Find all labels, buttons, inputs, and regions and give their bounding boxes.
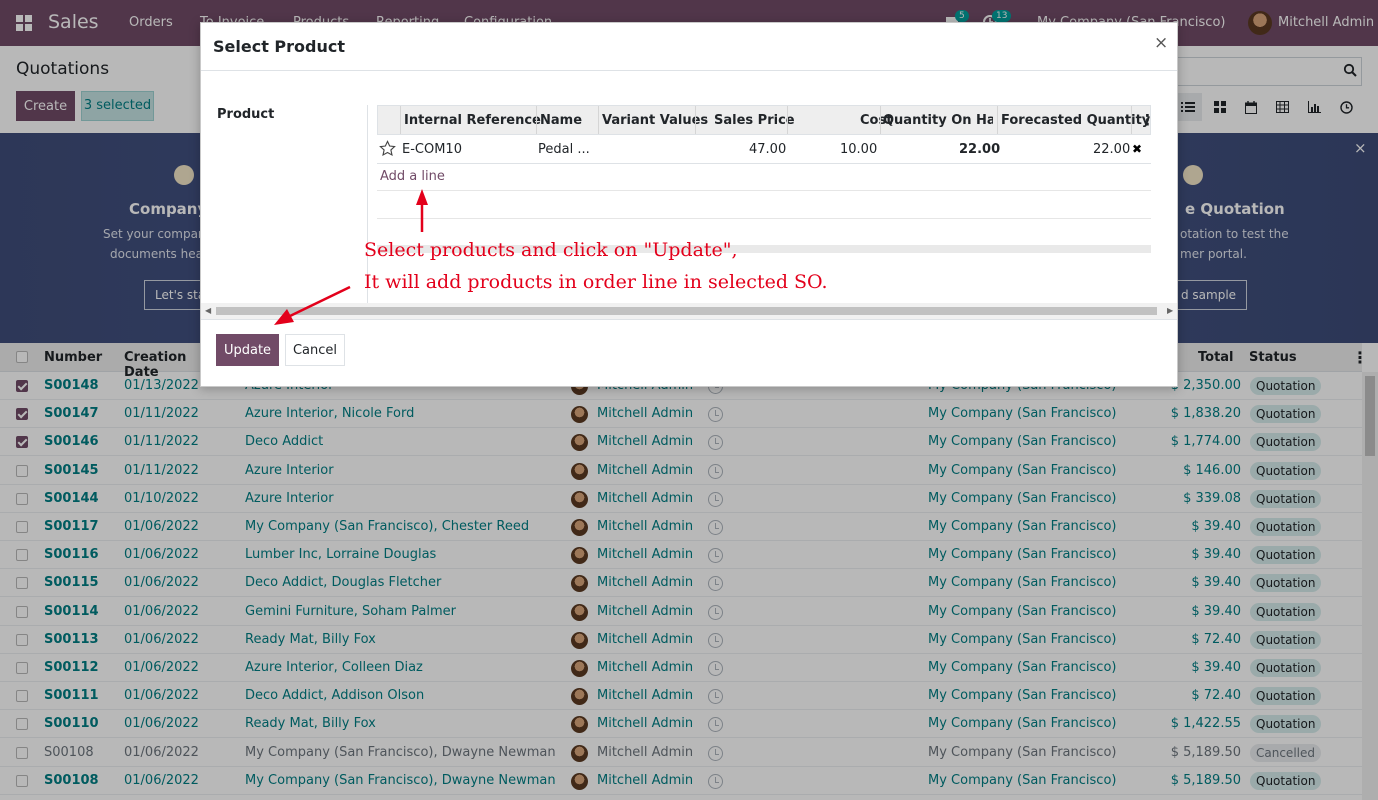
line-internal-reference[interactable]: E-COM10 bbox=[402, 142, 462, 157]
line-sales-price[interactable]: 47.00 bbox=[749, 142, 786, 157]
line-cost[interactable]: 10.00 bbox=[840, 142, 877, 157]
horizontal-scrollbar[interactable]: ◀ ▶ bbox=[201, 303, 1177, 319]
select-product-dialog: Select Product × Product Internal Refere… bbox=[200, 22, 1178, 387]
product-field-label: Product bbox=[217, 107, 275, 122]
col-forecasted-quantity[interactable]: Forecasted Quantity bbox=[1001, 113, 1150, 128]
col-variant-values[interactable]: Variant Values bbox=[602, 113, 708, 128]
annotation-line-2: It will add products in order line in se… bbox=[364, 271, 828, 293]
product-line-row[interactable]: E-COM10 Pedal ... 47.00 10.00 22.00 22.0… bbox=[377, 135, 1151, 164]
scroll-thumb[interactable] bbox=[216, 307, 1157, 315]
scroll-left-icon[interactable]: ◀ bbox=[205, 306, 211, 315]
dialog-header-divider bbox=[201, 70, 1177, 71]
annotation-line-1: Select products and click on "Update", bbox=[364, 239, 738, 261]
col-sales-price[interactable]: Sales Price bbox=[714, 113, 795, 128]
line-qty-on-hand: 22.00 bbox=[959, 142, 1001, 157]
col-quantity-on-hand[interactable]: Quantity On Ha... bbox=[883, 113, 993, 128]
star-icon[interactable] bbox=[379, 140, 396, 157]
cancel-button[interactable]: Cancel bbox=[285, 334, 345, 366]
col-internal-reference[interactable]: Internal Reference bbox=[404, 113, 541, 128]
line-name[interactable]: Pedal ... bbox=[538, 142, 590, 157]
scroll-right-icon[interactable]: ▶ bbox=[1167, 306, 1173, 315]
remove-line-icon[interactable]: ✖ bbox=[1132, 142, 1142, 156]
dialog-footer-divider bbox=[201, 319, 1177, 320]
line-forecasted-qty: 22.00 bbox=[1093, 142, 1131, 157]
dialog-title: Select Product bbox=[213, 37, 345, 56]
update-button[interactable]: Update bbox=[216, 334, 279, 366]
add-a-line-link[interactable]: Add a line bbox=[380, 169, 445, 184]
product-lines-header: Internal Reference Name Variant Values S… bbox=[377, 105, 1155, 135]
col-name[interactable]: Name bbox=[540, 113, 582, 128]
optional-columns-icon[interactable]: ⋮ bbox=[1140, 111, 1155, 129]
dialog-close-icon[interactable]: × bbox=[1154, 33, 1168, 53]
